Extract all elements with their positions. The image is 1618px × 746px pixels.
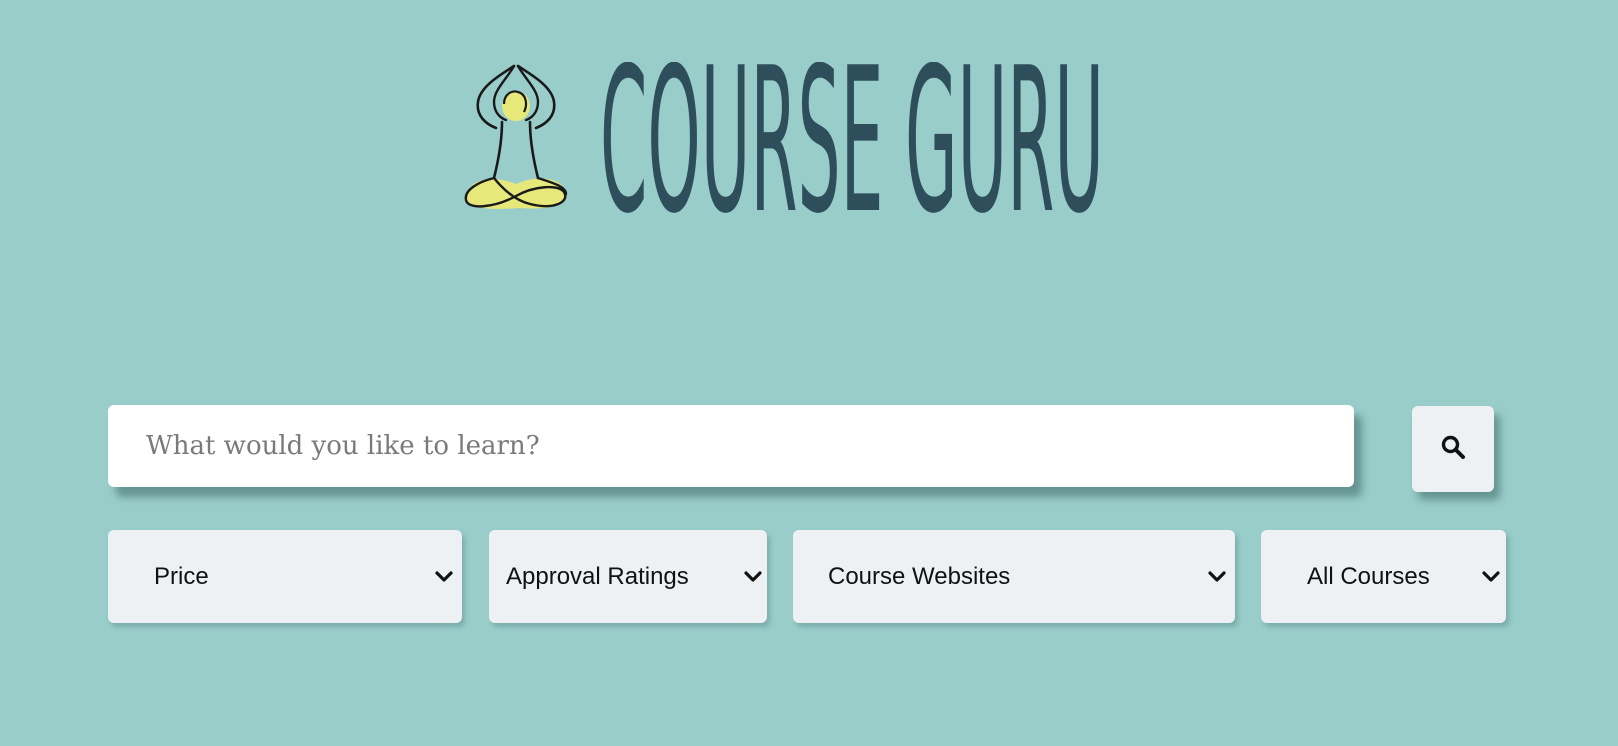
chevron-down-icon	[1481, 563, 1501, 591]
chevron-down-icon	[1207, 563, 1227, 591]
search-box	[108, 405, 1354, 487]
approval-ratings-filter-label: Approval Ratings	[506, 562, 689, 590]
course-websites-filter-dropdown[interactable]: Course Websites	[793, 530, 1235, 623]
price-filter-dropdown[interactable]: Price	[108, 530, 462, 623]
search-icon	[1440, 434, 1466, 465]
chevron-down-icon	[434, 563, 454, 591]
search-button[interactable]	[1412, 406, 1494, 492]
approval-ratings-filter-dropdown[interactable]: Approval Ratings	[489, 530, 767, 623]
search-input[interactable]	[108, 405, 1354, 487]
chevron-down-icon	[743, 563, 763, 591]
all-courses-filter-label: All Courses	[1307, 562, 1430, 590]
site-logo	[458, 58, 578, 218]
brand-name: COURSE GURU	[600, 62, 1104, 218]
all-courses-filter-dropdown[interactable]: All Courses	[1261, 530, 1506, 623]
price-filter-label: Price	[154, 562, 209, 590]
meditating-figure-icon	[458, 58, 578, 218]
brand-wordmark: COURSE GURU	[600, 62, 1110, 218]
course-websites-filter-label: Course Websites	[828, 562, 1011, 590]
